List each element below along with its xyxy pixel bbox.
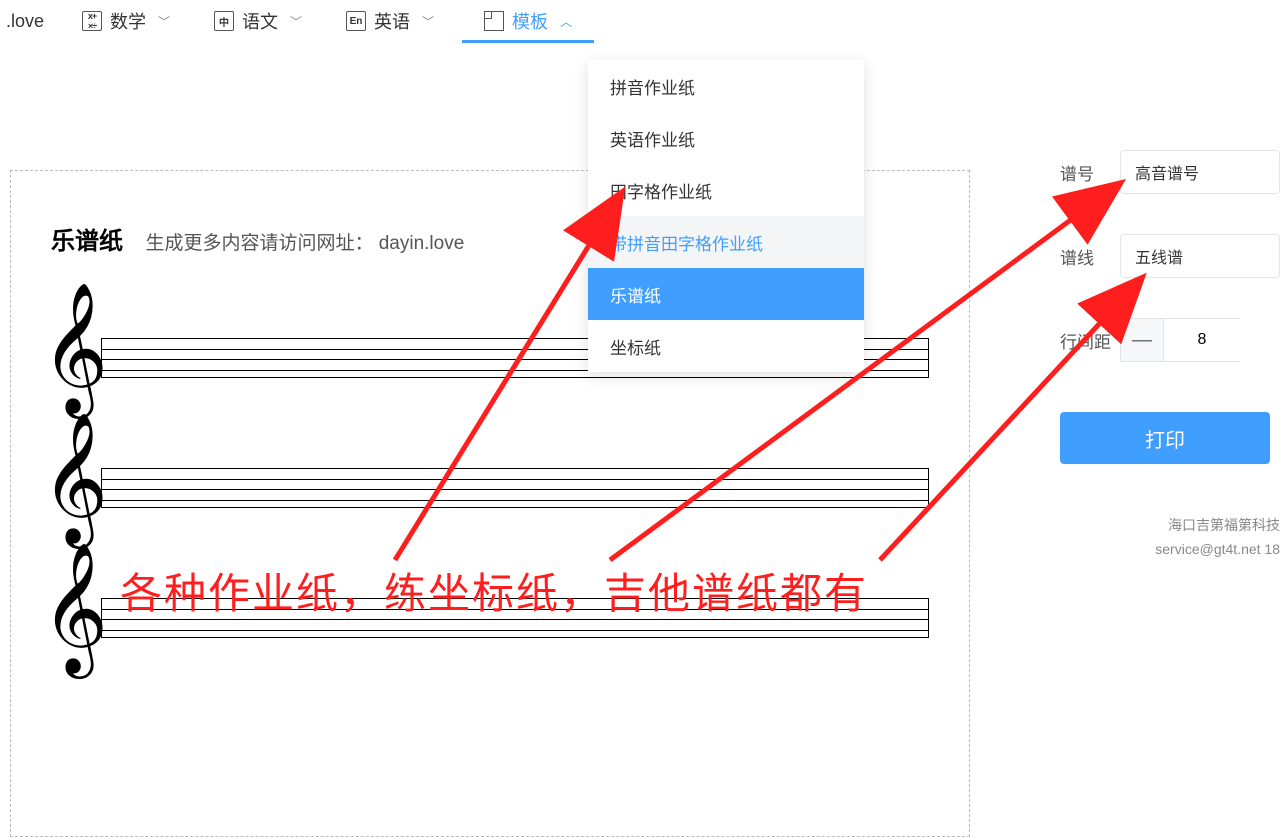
nav-english-label: 英语 <box>374 8 410 34</box>
footer-company: 海口吉第福第科技 <box>1060 514 1280 538</box>
treble-clef-icon: 𝄞 <box>51 312 106 390</box>
site-logo: .love <box>0 11 60 32</box>
template-icon <box>484 11 504 31</box>
treble-clef-icon: 𝄞 <box>51 572 106 650</box>
chinese-icon: 中 <box>214 11 234 31</box>
settings-panel: 谱号 高音谱号 谱线 五线谱 行间距 — 8 打印 海口吉第福第科技 servi… <box>1060 150 1280 562</box>
stave-select[interactable]: 五线谱 <box>1120 234 1280 278</box>
chevron-down-icon: ﹀ <box>158 13 170 30</box>
top-nav: .love x+×÷ 数学 ﹀ 中 语文 ﹀ En 英语 ﹀ 模板 ︿ <box>0 0 1280 42</box>
nav-template-label: 模板 <box>512 8 548 34</box>
math-icon: x+×÷ <box>82 11 102 31</box>
spacing-label: 行间距 <box>1060 328 1120 353</box>
spacing-stepper: — 8 <box>1120 318 1240 362</box>
doc-title: 乐谱纸 <box>51 221 123 256</box>
chevron-up-icon: ︿ <box>560 13 572 30</box>
english-icon: En <box>346 11 366 31</box>
dropdown-item-coordinate[interactable]: 坐标纸 <box>588 320 864 372</box>
treble-clef-icon: 𝄞 <box>51 442 106 520</box>
nav-chinese[interactable]: 中 语文 ﹀ <box>192 0 324 42</box>
annotation-text: 各种作业纸，练坐标纸，吉他谱纸都有 <box>120 560 868 621</box>
nav-math[interactable]: x+×÷ 数学 ﹀ <box>60 0 192 42</box>
spacing-minus-button[interactable]: — <box>1120 318 1164 362</box>
dropdown-item-music-sheet[interactable]: 乐谱纸 <box>588 268 864 320</box>
chevron-down-icon: ﹀ <box>422 13 434 30</box>
music-staff: 𝄞 <box>51 456 929 526</box>
footer-info: 海口吉第福第科技 service@gt4t.net 18 <box>1060 514 1280 562</box>
dropdown-item-tianzige[interactable]: 田字格作业纸 <box>588 164 864 216</box>
dropdown-item-pinyin-tianzige[interactable]: 带拼音田字格作业纸 <box>588 216 864 268</box>
field-spacing: 行间距 — 8 <box>1060 318 1280 362</box>
chevron-down-icon: ﹀ <box>290 13 302 30</box>
field-clef: 谱号 高音谱号 <box>1060 150 1280 194</box>
nav-chinese-label: 语文 <box>242 8 278 34</box>
footer-contact: service@gt4t.net 18 <box>1060 538 1280 562</box>
clef-select[interactable]: 高音谱号 <box>1120 150 1280 194</box>
stave-label: 谱线 <box>1060 244 1120 269</box>
spacing-value[interactable]: 8 <box>1164 318 1240 362</box>
dropdown-item-pinyin[interactable]: 拼音作业纸 <box>588 60 864 112</box>
doc-subtitle: 生成更多内容请访问网址： dayin.love <box>145 233 464 254</box>
nav-english[interactable]: En 英语 ﹀ <box>324 0 456 42</box>
print-button[interactable]: 打印 <box>1060 412 1270 464</box>
nav-template[interactable]: 模板 ︿ <box>462 0 594 42</box>
dropdown-item-english[interactable]: 英语作业纸 <box>588 112 864 164</box>
template-dropdown: 拼音作业纸 英语作业纸 田字格作业纸 带拼音田字格作业纸 乐谱纸 坐标纸 <box>588 60 864 372</box>
clef-label: 谱号 <box>1060 160 1120 185</box>
field-stave: 谱线 五线谱 <box>1060 234 1280 278</box>
nav-math-label: 数学 <box>110 8 146 34</box>
